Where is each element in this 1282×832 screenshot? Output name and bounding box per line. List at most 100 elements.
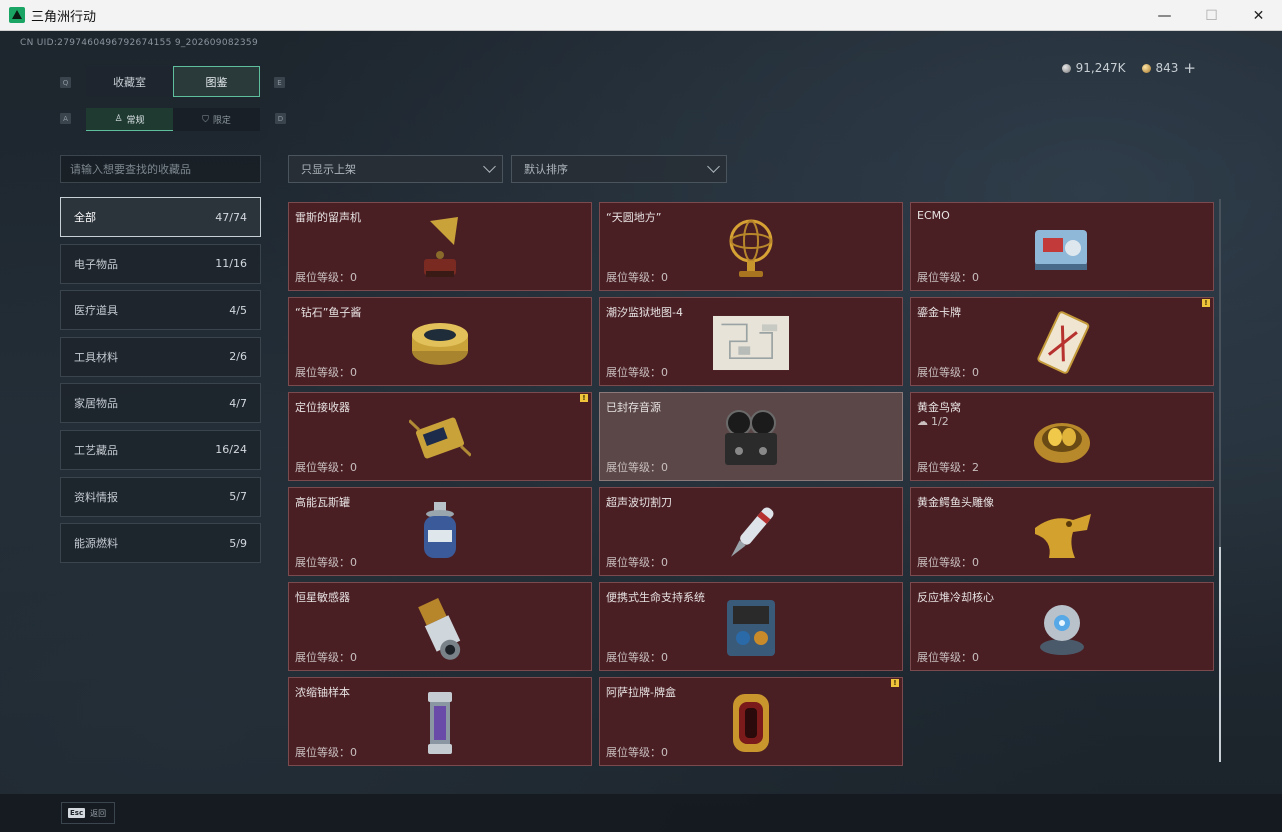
gold-coin-icon — [1141, 63, 1151, 73]
category-household[interactable]: 家居物品 4/7 — [60, 383, 261, 424]
category-label: 电子物品 — [74, 257, 118, 271]
gold-amount: 843 — [1155, 61, 1179, 75]
key-hint-a: A — [60, 113, 71, 124]
item-level-label: 展位等级： — [606, 746, 661, 759]
alert-badge-icon: ! — [891, 679, 899, 687]
item-level-label: 展位等级： — [606, 461, 661, 474]
ecmo-machine-icon — [1024, 211, 1100, 285]
gold-currency: 843 + — [1141, 59, 1196, 77]
subtab-limited[interactable]: ⛉ 限定 — [173, 108, 260, 131]
armillary-sphere-icon — [713, 211, 789, 285]
collection-item-card[interactable]: 黄金鳄鱼头雕像 展位等级：0 — [910, 487, 1214, 576]
uranium-sample-icon — [402, 686, 478, 760]
item-level-value: 0 — [972, 366, 979, 379]
scrollbar-thumb[interactable] — [1219, 547, 1221, 762]
app-logo-icon — [9, 7, 25, 23]
category-label: 医疗道具 — [74, 304, 118, 318]
collection-item-card[interactable]: 阿萨拉牌-牌盒 展位等级：0! — [599, 677, 903, 766]
collection-item-card[interactable]: 便携式生命支持系统 展位等级：0 — [599, 582, 903, 671]
category-tools[interactable]: 工具材料 2/6 — [60, 336, 261, 377]
item-level: 展位等级：0 — [295, 554, 357, 570]
search-input[interactable] — [60, 155, 261, 183]
bottom-bar: Esc 返回 — [0, 794, 1282, 832]
category-label: 全部 — [74, 211, 96, 224]
item-name: 定位接收器 — [295, 401, 350, 414]
item-level-value: 0 — [661, 746, 668, 759]
item-name: 高能瓦斯罐 — [295, 496, 350, 509]
gas-canister-icon — [402, 496, 478, 570]
category-energy[interactable]: 能源燃料 5/9 — [60, 523, 261, 564]
category-electronics[interactable]: 电子物品 11/16 — [60, 243, 261, 284]
display-filter-value: 只显示上架 — [301, 163, 356, 176]
item-name: 浓缩铀样本 — [295, 686, 350, 699]
category-medical[interactable]: 医疗道具 4/5 — [60, 290, 261, 331]
item-level-label: 展位等级： — [606, 271, 661, 284]
item-level: 展位等级：0 — [295, 269, 357, 285]
collection-item-card[interactable]: 反应堆冷却核心 展位等级：0 — [910, 582, 1214, 671]
collection-item-card[interactable]: 鎏金卡牌 展位等级：0! — [910, 297, 1214, 386]
item-level: 展位等级：0 — [295, 364, 357, 380]
collection-item-card[interactable]: 已封存音源 展位等级：0 — [599, 392, 903, 481]
maximize-button[interactable]: ☐ — [1188, 0, 1235, 31]
category-label: 工艺藏品 — [74, 443, 118, 457]
item-level-label: 展位等级： — [295, 556, 350, 569]
category-count: 4/7 — [229, 396, 247, 410]
item-level-value: 0 — [350, 651, 357, 664]
collection-item-card[interactable]: 高能瓦斯罐展位等级：0 — [288, 487, 592, 576]
subtab-regular[interactable]: ♙ 常规 — [86, 108, 173, 131]
item-level-value: 0 — [661, 461, 668, 474]
add-currency-button[interactable]: + — [1183, 59, 1196, 77]
reel-recorder-icon — [713, 401, 789, 475]
item-name: “钻石”鱼子酱 — [295, 306, 362, 319]
collection-item-card[interactable]: 恒星敏感器 展位等级：0 — [288, 582, 592, 671]
esc-key-icon: Esc — [68, 808, 86, 818]
category-crafts[interactable]: 工艺藏品 16/24 — [60, 429, 261, 470]
item-level: 展位等级：0 — [606, 459, 668, 475]
regular-icon: ♙ — [114, 114, 123, 124]
collection-item-card[interactable]: “钻石”鱼子酱 展位等级：0 — [288, 297, 592, 386]
collection-item-card[interactable]: 超声波切割刀 展位等级：0 — [599, 487, 903, 576]
chevron-down-icon — [707, 160, 720, 173]
collection-item-card[interactable]: “天圆地方” 展位等级：0 — [599, 202, 903, 291]
collection-item-card[interactable]: 黄金鸟窝 ☁ 1/2 展位等级：2 — [910, 392, 1214, 481]
category-count: 4/5 — [229, 303, 247, 317]
category-count: 5/7 — [229, 490, 247, 504]
tab-collection-room[interactable]: 收藏室 — [86, 66, 173, 97]
category-count: 2/6 — [229, 350, 247, 364]
back-button[interactable]: Esc 返回 — [61, 802, 115, 824]
collection-grid: 雷斯的留声机 展位等级：0 “天圆地方” 展位等级：0 ECMO 展位等级：0 “钻石”鱼子… — [288, 202, 1214, 766]
back-label: 返回 — [90, 808, 107, 818]
collection-item-card[interactable]: 雷斯的留声机 展位等级：0 — [288, 202, 592, 291]
item-level: 展位等级：0 — [295, 649, 357, 665]
item-progress-value: 1/2 — [931, 415, 949, 428]
category-count: 11/16 — [215, 257, 247, 271]
category-intel[interactable]: 资料情报 5/7 — [60, 476, 261, 517]
category-all[interactable]: 全部 47/74 — [60, 197, 261, 237]
category-list: 全部 47/74 电子物品 11/16 医疗道具 4/5 工具材料 2/6 家居物品 4/… — [60, 197, 261, 570]
item-progress: ☁ 1/2 — [917, 415, 949, 428]
ultrasonic-cutter-icon — [713, 496, 789, 570]
item-level: 展位等级：0 — [606, 649, 668, 665]
collection-item-card[interactable]: 浓缩铀样本 展位等级：0 — [288, 677, 592, 766]
gramophone-icon — [402, 211, 478, 285]
gilded-card-icon — [1024, 306, 1100, 380]
collection-item-card[interactable]: ECMO 展位等级：0 — [910, 202, 1214, 291]
item-level-label: 展位等级： — [295, 461, 350, 474]
item-level-value: 0 — [350, 271, 357, 284]
sort-dropdown[interactable]: 默认排序 — [511, 155, 727, 183]
scrollbar[interactable] — [1219, 199, 1221, 762]
collection-item-card[interactable]: 潮汐监狱地图-4 展位等级：0 — [599, 297, 903, 386]
window-title: 三角洲行动 — [31, 9, 97, 25]
display-filter-dropdown[interactable]: 只显示上架 — [288, 155, 503, 183]
item-level-label: 展位等级： — [295, 746, 350, 759]
item-level-label: 展位等级： — [917, 461, 972, 474]
minimize-button[interactable]: — — [1141, 0, 1188, 31]
item-level: 展位等级：0 — [917, 649, 979, 665]
game-stage: CN UID:2797460496792674155 9_20260908235… — [0, 31, 1282, 832]
close-button[interactable]: ✕ — [1235, 0, 1282, 31]
silver-currency: 91,247K — [1061, 61, 1126, 75]
collection-item-card[interactable]: 定位接收器 展位等级：0! — [288, 392, 592, 481]
tab-codex[interactable]: 图鉴 — [173, 66, 260, 97]
item-level-value: 0 — [972, 651, 979, 664]
item-level: 展位等级：0 — [606, 364, 668, 380]
